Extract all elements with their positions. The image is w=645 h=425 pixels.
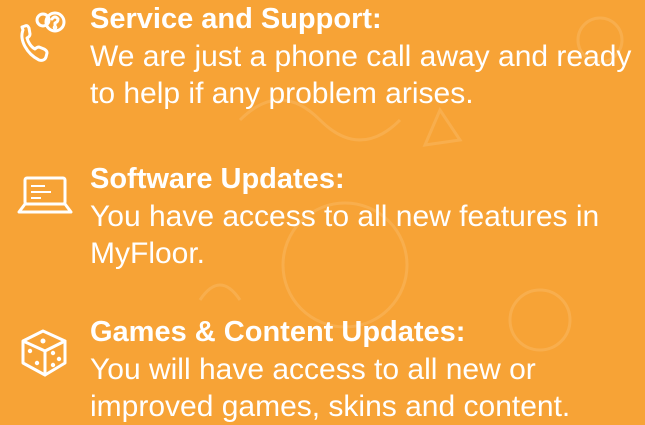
feature-text: Games & Content Updates: You will have a… [90, 315, 635, 425]
feature-text: Service and Support: We are just a phone… [90, 2, 635, 112]
feature-description: You will have access to all new or impro… [90, 353, 571, 423]
feature-description: You have access to all new features in M… [90, 200, 600, 270]
phone-support-icon [20, 11, 66, 62]
feature-title: Service and Support: [90, 3, 382, 35]
feature-title: Software Updates: [90, 163, 345, 195]
feature-title: Games & Content Updates: [90, 316, 466, 348]
dice-games-icon [21, 329, 67, 377]
software-update-laptop-icon [17, 176, 73, 214]
feature-description: We are just a phone call away and ready … [90, 40, 632, 110]
feature-text: Software Updates: You have access to all… [90, 162, 635, 272]
